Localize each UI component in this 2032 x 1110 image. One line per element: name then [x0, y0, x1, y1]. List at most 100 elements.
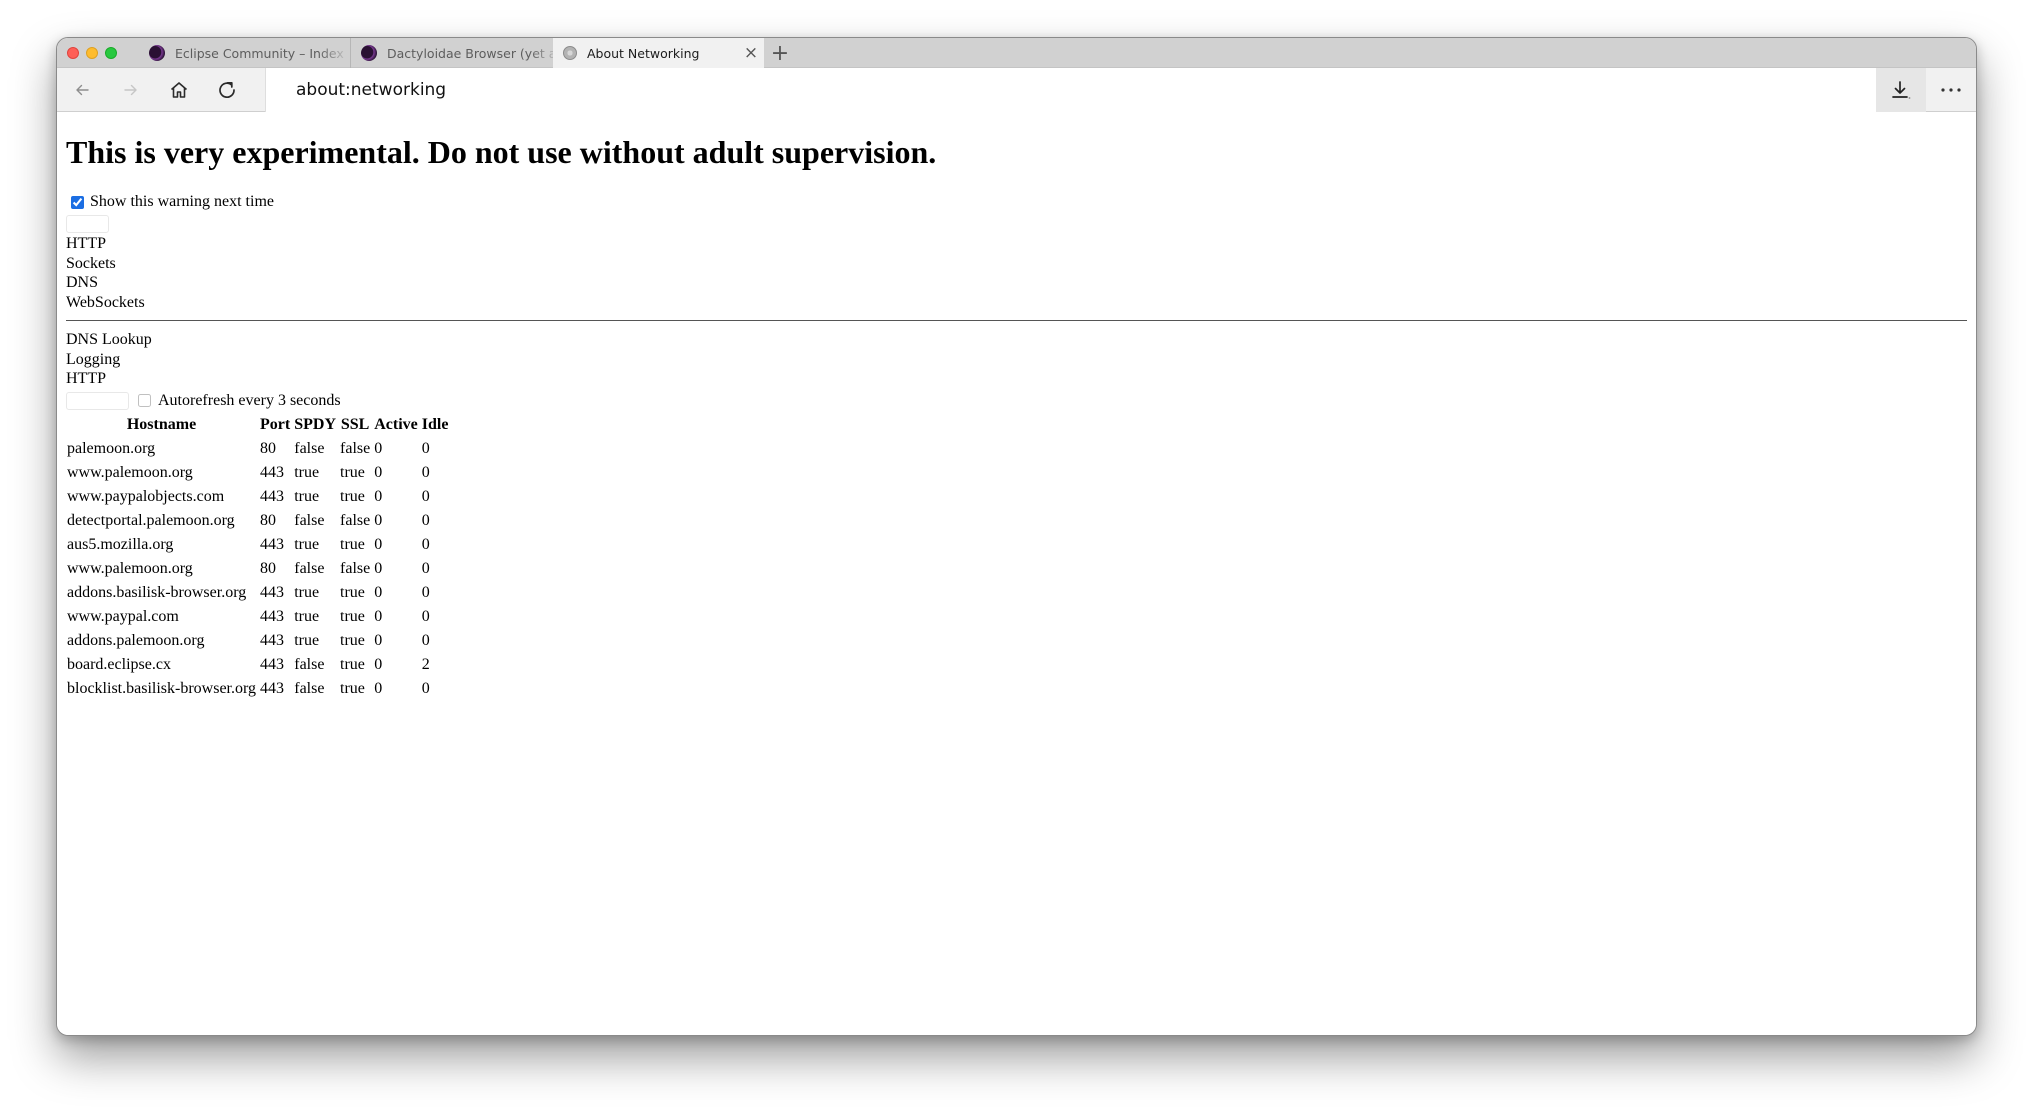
- column-header-ssl: SSL: [340, 415, 370, 433]
- reload-icon: [219, 81, 235, 98]
- cell-idle: 0: [421, 511, 430, 529]
- autorefresh-label: Autorefresh every 3 seconds: [158, 391, 341, 409]
- window-zoom-button[interactable]: [105, 47, 117, 59]
- subsection-dns-lookup[interactable]: DNS Lookup: [66, 330, 1967, 350]
- cell-port: 443: [260, 655, 285, 673]
- cell-active: 0: [374, 631, 383, 649]
- cell-ssl: false: [340, 439, 371, 457]
- cell-hostname: addons.basilisk-browser.org: [67, 583, 247, 601]
- cell-idle: 0: [421, 559, 430, 577]
- table-row: palemoon.org 80 false false 0 0: [66, 438, 449, 460]
- cell-spdy: true: [294, 583, 320, 601]
- more-horizontal-icon: [1941, 88, 1961, 92]
- cell-ssl: true: [340, 679, 365, 697]
- tab-eclipse-community[interactable]: Eclipse Community – Index: [139, 38, 350, 68]
- cell-ssl: true: [340, 535, 365, 553]
- cell-active: 0: [374, 607, 383, 625]
- window-minimize-button[interactable]: [86, 47, 98, 59]
- category-list: HTTP Sockets DNS WebSockets: [66, 234, 1967, 312]
- section-divider: [66, 320, 1967, 321]
- table-row: addons.palemoon.org 443 true true 0 0: [66, 630, 449, 652]
- cell-active: 0: [374, 655, 383, 673]
- cell-port: 443: [260, 607, 285, 625]
- cell-spdy: true: [294, 631, 320, 649]
- cell-active: 0: [374, 535, 383, 553]
- cell-ssl: true: [340, 655, 365, 673]
- table-body: palemoon.org 80 false false 0 0 www.palemoon.o…: [66, 438, 449, 700]
- column-header-port: Port: [260, 415, 291, 433]
- back-button[interactable]: [67, 75, 97, 105]
- new-tab-button[interactable]: +: [765, 38, 795, 68]
- category-websockets[interactable]: WebSockets: [66, 293, 1967, 313]
- arrow-right-icon: [124, 84, 137, 96]
- show-warning-label: Show this warning next time: [90, 193, 274, 210]
- tab-label: About Networking: [587, 45, 700, 61]
- cell-ssl: true: [340, 583, 365, 601]
- browser-window: Eclipse Community – Index Dactyloidae Br…: [56, 37, 1977, 1036]
- cell-spdy: false: [294, 559, 325, 577]
- cell-spdy: true: [294, 487, 320, 505]
- refresh-controls: Autorefresh every 3 seconds: [66, 390, 1967, 412]
- cell-spdy: false: [294, 655, 325, 673]
- eclipse-icon: [149, 45, 165, 61]
- category-sockets[interactable]: Sockets: [66, 254, 1967, 274]
- cell-idle: 0: [421, 607, 430, 625]
- downloads-button[interactable]: [1876, 68, 1926, 112]
- table-row: aus5.mozilla.org 443 true true 0 0: [66, 534, 449, 556]
- cell-hostname: blocklist.basilisk-browser.org: [67, 679, 257, 697]
- category-http[interactable]: HTTP: [66, 234, 1967, 254]
- dismiss-warning-button[interactable]: [66, 215, 109, 233]
- http-connections-table: Hostname Port SPDY SSL Active Idle palem…: [64, 412, 451, 702]
- reload-button[interactable]: [212, 75, 242, 105]
- warning-option: Show this warning next time: [66, 193, 1967, 211]
- close-tab-icon[interactable]: ×: [738, 43, 764, 63]
- cell-port: 443: [260, 463, 285, 481]
- cell-port: 80: [260, 511, 277, 529]
- autorefresh-checkbox[interactable]: [138, 394, 151, 407]
- tab-dactyloidae-browser[interactable]: Dactyloidae Browser (yet another: [350, 38, 561, 68]
- table-row: www.palemoon.org 80 false false 0 0: [66, 558, 449, 580]
- cell-hostname: board.eclipse.cx: [67, 655, 171, 673]
- window-close-button[interactable]: [67, 47, 79, 59]
- cell-active: 0: [374, 679, 383, 697]
- cell-idle: 0: [421, 439, 430, 457]
- table-row: www.paypal.com 443 true true 0 0: [66, 606, 449, 628]
- column-header-hostname: Hostname: [126, 415, 197, 433]
- cell-active: 0: [374, 583, 383, 601]
- menu-button[interactable]: [1934, 75, 1968, 105]
- cell-spdy: false: [294, 511, 325, 529]
- subsection-http[interactable]: HTTP: [66, 369, 1967, 389]
- table-header-row: Hostname Port SPDY SSL Active Idle: [66, 414, 449, 436]
- tab-about-networking[interactable]: About Networking ×: [553, 38, 764, 68]
- arrow-left-icon: [76, 84, 89, 96]
- cell-idle: 0: [421, 583, 430, 601]
- cell-ssl: true: [340, 631, 365, 649]
- column-header-spdy: SPDY: [294, 415, 337, 433]
- forward-button[interactable]: [116, 75, 146, 105]
- cell-spdy: false: [294, 679, 325, 697]
- cell-hostname: detectportal.palemoon.org: [67, 511, 235, 529]
- subsection-logging[interactable]: Logging: [66, 350, 1967, 370]
- cell-hostname: www.palemoon.org: [67, 559, 193, 577]
- cell-hostname: www.palemoon.org: [67, 463, 193, 481]
- show-warning-checkbox[interactable]: [71, 195, 84, 209]
- table-row: www.palemoon.org 443 true true 0 0: [66, 462, 449, 484]
- table-row: board.eclipse.cx 443 false true 0 2: [66, 654, 449, 676]
- cell-spdy: true: [294, 535, 320, 553]
- cell-active: 0: [374, 463, 383, 481]
- download-icon: [1892, 81, 1911, 99]
- tab-strip: Eclipse Community – Index Dactyloidae Br…: [57, 38, 1976, 68]
- cell-idle: 2: [421, 655, 430, 673]
- home-button[interactable]: [164, 75, 194, 105]
- eclipse-icon: [361, 45, 377, 61]
- home-icon: [170, 82, 188, 98]
- cell-ssl: true: [340, 487, 365, 505]
- cell-active: 0: [374, 511, 383, 529]
- cell-idle: 0: [421, 487, 430, 505]
- refresh-button[interactable]: [66, 391, 129, 410]
- category-dns[interactable]: DNS: [66, 273, 1967, 293]
- cell-port: 443: [260, 535, 285, 553]
- address-bar[interactable]: about:networking: [265, 68, 1876, 112]
- cell-hostname: www.paypalobjects.com: [67, 487, 225, 505]
- cell-active: 0: [374, 487, 383, 505]
